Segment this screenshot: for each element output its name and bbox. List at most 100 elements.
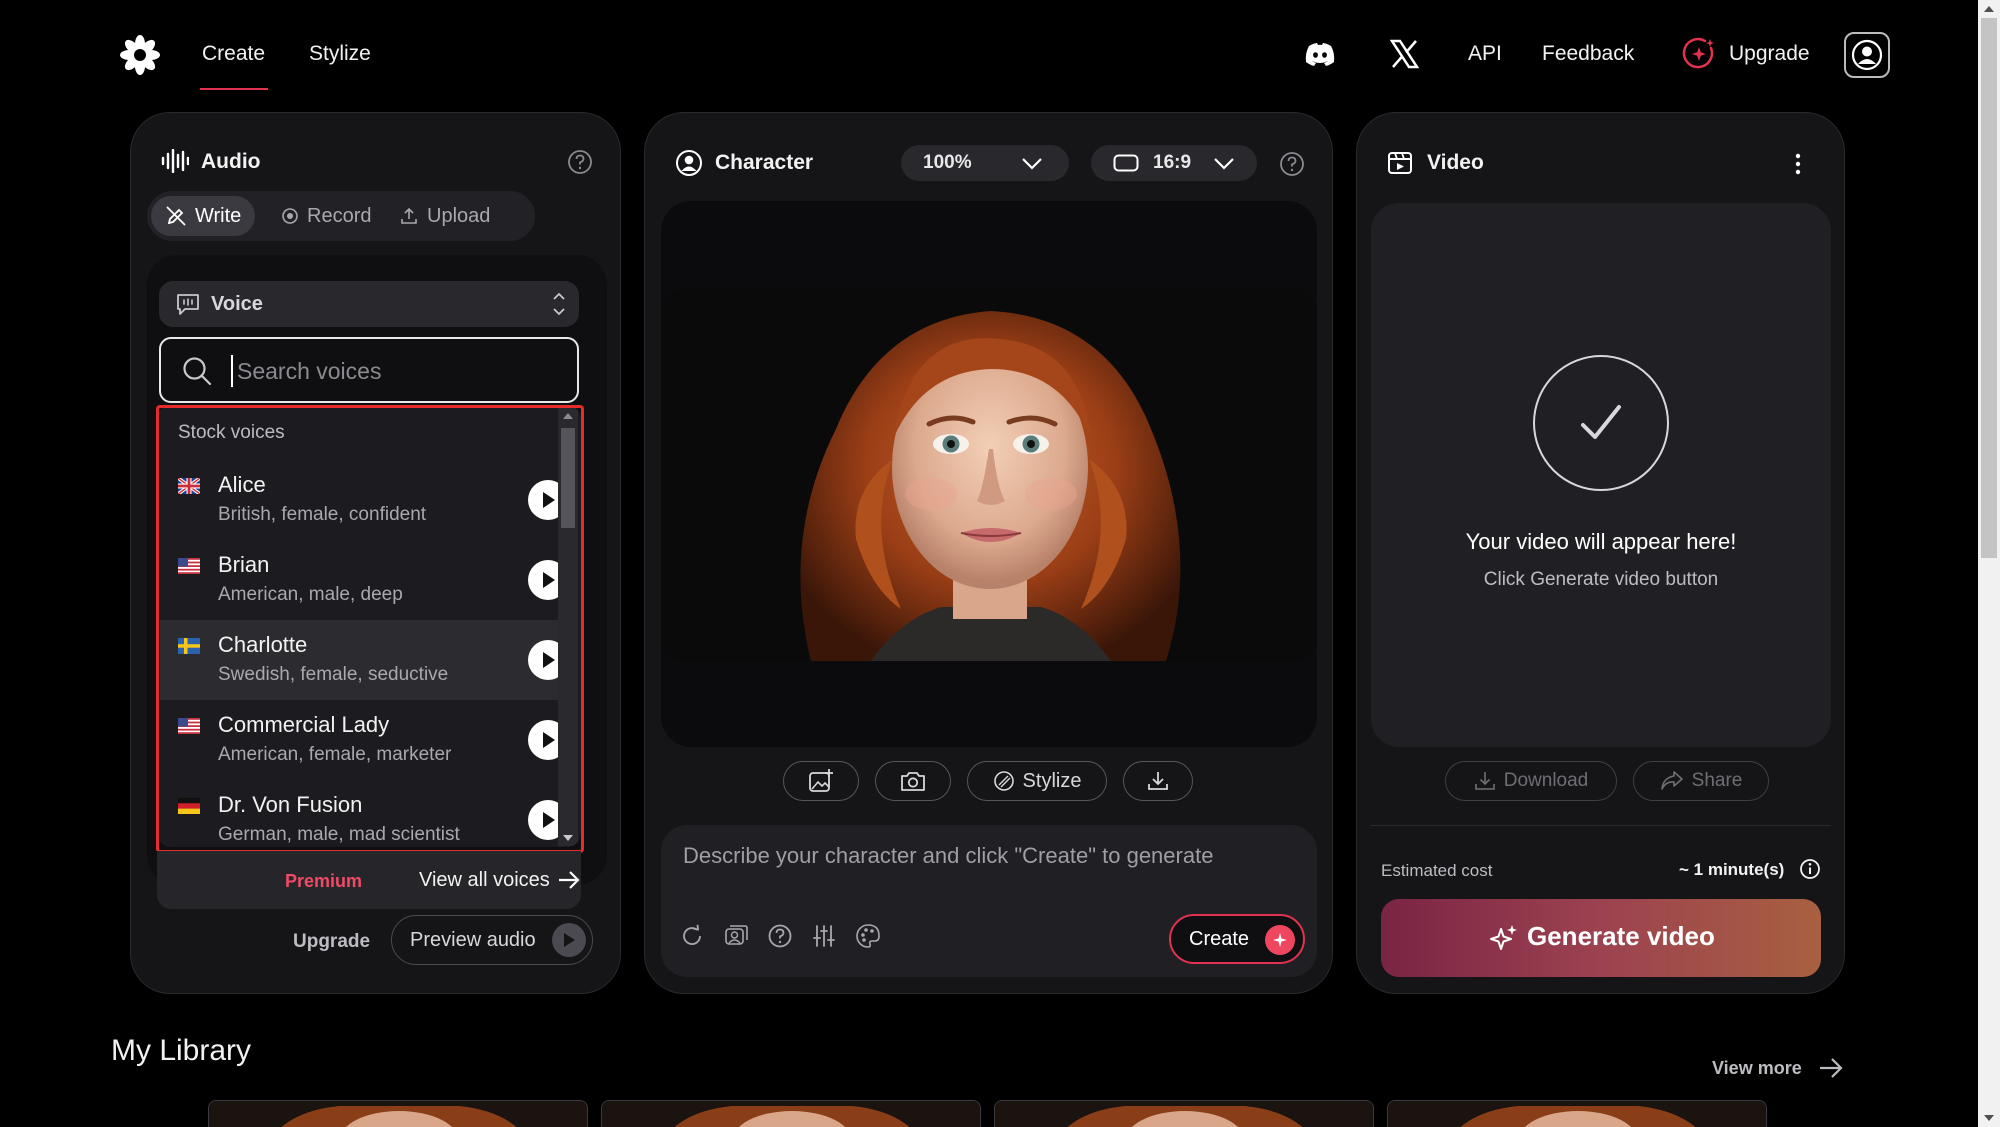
check-circle-icon bbox=[1533, 355, 1669, 491]
character-prompt-placeholder[interactable]: Describe your character and click "Creat… bbox=[683, 843, 1213, 869]
add-image-button[interactable] bbox=[783, 761, 859, 801]
aspect-ratio-icon bbox=[1113, 154, 1139, 172]
view-more-link[interactable]: View more bbox=[1712, 1058, 1802, 1079]
audio-upgrade-link[interactable]: Upgrade bbox=[293, 931, 370, 953]
stock-voices-header: Stock voices bbox=[178, 422, 285, 443]
palette-icon bbox=[993, 771, 1014, 791]
help-icon[interactable] bbox=[767, 923, 793, 949]
video-placeholder-message: Your video will appear here! bbox=[1465, 529, 1737, 554]
info-icon[interactable] bbox=[1799, 858, 1821, 880]
view-all-voices-link[interactable]: View all voices bbox=[419, 869, 550, 892]
camera-icon bbox=[901, 772, 925, 791]
voice-name: Dr. Von Fusion bbox=[218, 792, 363, 817]
aspect-ratio-select[interactable]: 16:9 bbox=[1091, 145, 1257, 181]
sliders-icon[interactable] bbox=[811, 923, 837, 949]
arrow-right-icon[interactable] bbox=[1818, 1056, 1844, 1080]
generate-video-button[interactable]: Generate video bbox=[1381, 899, 1821, 977]
voice-bubble-icon bbox=[175, 291, 201, 317]
share-video-button[interactable]: Share bbox=[1633, 761, 1769, 801]
play-icon bbox=[543, 492, 555, 508]
help-icon[interactable] bbox=[567, 149, 593, 175]
play-icon bbox=[543, 732, 555, 748]
audio-panel: Audio Write Record Upload Voice Search v… bbox=[130, 112, 621, 994]
share-icon bbox=[1660, 771, 1683, 790]
app-logo-icon[interactable] bbox=[118, 33, 162, 77]
scroll-down-arrow-icon[interactable] bbox=[562, 834, 574, 842]
palette-icon[interactable] bbox=[855, 923, 881, 949]
voices-dropdown: Stock voices Alice British, female, conf… bbox=[157, 405, 581, 847]
create-button[interactable]: Create bbox=[1169, 914, 1305, 964]
scroll-up-arrow-icon[interactable] bbox=[1984, 5, 1994, 13]
library-item[interactable] bbox=[1387, 1100, 1767, 1127]
character-library-icon[interactable] bbox=[723, 923, 749, 949]
tab-upload[interactable]: Upload bbox=[385, 196, 504, 236]
generate-video-label: Generate video bbox=[1527, 921, 1715, 951]
help-icon[interactable] bbox=[1279, 151, 1305, 177]
x-twitter-icon[interactable] bbox=[1386, 36, 1422, 72]
voice-item-brian[interactable]: Brian American, male, deep bbox=[160, 540, 568, 620]
estimated-cost-value: ~ 1 minute(s) bbox=[1679, 860, 1785, 879]
chevron-up-down-icon bbox=[551, 289, 567, 319]
download-video-button[interactable]: Download bbox=[1445, 761, 1617, 801]
refresh-icon[interactable] bbox=[679, 923, 705, 949]
download-icon bbox=[1148, 772, 1168, 790]
voice-name: Brian bbox=[218, 552, 270, 577]
more-vertical-icon[interactable] bbox=[1793, 151, 1803, 177]
create-label: Create bbox=[1189, 928, 1250, 950]
voice-select[interactable]: Voice bbox=[159, 281, 579, 327]
video-preview-area: Your video will appear here! Click Gener… bbox=[1371, 203, 1831, 747]
scroll-up-arrow-icon[interactable] bbox=[562, 412, 574, 420]
download-image-button[interactable] bbox=[1123, 761, 1193, 801]
search-voices-input[interactable] bbox=[231, 355, 551, 387]
library-item[interactable] bbox=[208, 1100, 588, 1127]
page-scroll-thumb[interactable] bbox=[1981, 18, 1997, 558]
voice-name: Commercial Lady bbox=[218, 712, 390, 737]
character-portrait-image[interactable] bbox=[661, 289, 1317, 661]
library-item[interactable] bbox=[994, 1100, 1374, 1127]
play-icon bbox=[543, 572, 555, 588]
stylize-button[interactable]: Stylize bbox=[967, 761, 1107, 801]
pencil-off-icon bbox=[166, 206, 186, 226]
nav-stylize-link[interactable]: Stylize bbox=[309, 42, 371, 66]
tab-write-label: Write bbox=[195, 204, 242, 227]
nav-api-link[interactable]: API bbox=[1468, 42, 1502, 66]
scroll-down-arrow-icon[interactable] bbox=[1984, 1114, 1994, 1122]
voice-item-commercial-lady[interactable]: Commercial Lady American, female, market… bbox=[160, 700, 568, 780]
voice-desc: British, female, confident bbox=[218, 504, 427, 525]
voice-item-charlotte[interactable]: Charlotte Swedish, female, seductive bbox=[160, 620, 568, 700]
zoom-select[interactable]: 100% bbox=[901, 145, 1069, 181]
waveform-icon bbox=[161, 149, 189, 173]
play-icon bbox=[552, 923, 586, 957]
aspect-ratio-value: 16:9 bbox=[1153, 152, 1192, 173]
arrow-right-icon[interactable] bbox=[557, 869, 581, 891]
nav-create-link[interactable]: Create bbox=[202, 42, 265, 66]
upload-icon bbox=[401, 207, 417, 224]
voice-name: Charlotte bbox=[218, 632, 308, 657]
voice-item-alice[interactable]: Alice British, female, confident bbox=[160, 460, 568, 540]
tab-record[interactable]: Record bbox=[267, 196, 385, 236]
tab-write[interactable]: Write bbox=[151, 196, 256, 236]
nav-feedback-link[interactable]: Feedback bbox=[1542, 42, 1634, 66]
page-scrollbar[interactable] bbox=[1978, 0, 2000, 1127]
nav-upgrade-link[interactable]: Upgrade bbox=[1729, 42, 1810, 66]
profile-button[interactable] bbox=[1844, 32, 1890, 78]
character-prompt-box[interactable]: Describe your character and click "Creat… bbox=[661, 825, 1317, 977]
voice-select-label: Voice bbox=[211, 293, 263, 315]
library-item[interactable] bbox=[601, 1100, 981, 1127]
share-video-label: Share bbox=[1691, 770, 1743, 791]
zoom-value: 100% bbox=[923, 152, 972, 173]
voice-item-dr-von-fusion[interactable]: Dr. Von Fusion German, male, mad scienti… bbox=[160, 780, 568, 847]
dropdown-scrollbar[interactable] bbox=[558, 408, 578, 846]
camera-button[interactable] bbox=[875, 761, 951, 801]
search-voices-box bbox=[159, 337, 579, 403]
preview-audio-button[interactable]: Preview audio bbox=[391, 915, 593, 965]
dropdown-scroll-thumb[interactable] bbox=[561, 428, 575, 528]
video-title: Video bbox=[1427, 151, 1484, 174]
sparkle-icon bbox=[1265, 925, 1295, 955]
play-icon bbox=[543, 812, 555, 828]
audio-title: Audio bbox=[201, 150, 261, 173]
upgrade-sparkle-icon[interactable] bbox=[1681, 36, 1717, 72]
discord-icon[interactable] bbox=[1302, 36, 1338, 72]
my-library-title: My Library bbox=[111, 1034, 252, 1067]
download-icon bbox=[1474, 772, 1495, 790]
